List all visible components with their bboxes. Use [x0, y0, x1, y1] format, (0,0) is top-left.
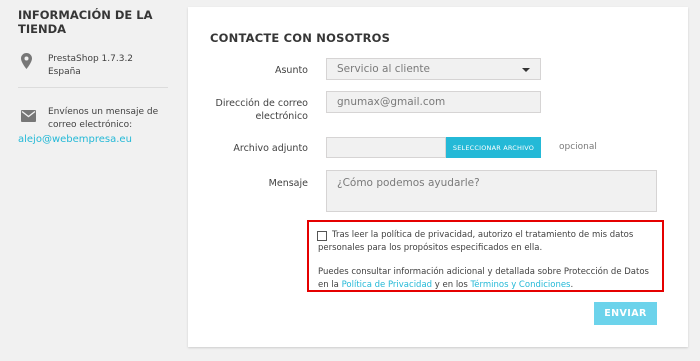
consent-text: Tras leer la política de privacidad, aut…: [318, 230, 634, 253]
optional-hint: opcional: [559, 142, 597, 152]
privacy-consent-box: Tras leer la política de privacidad, aut…: [307, 220, 664, 292]
file-name-field[interactable]: [326, 137, 446, 158]
email-label: Dirección de correo electrónico: [188, 97, 308, 123]
address-line-2: España: [48, 66, 81, 77]
email-field-value: gnumax@gmail.com: [337, 96, 446, 108]
message-placeholder: ¿Cómo podemos ayudarle?: [337, 177, 480, 189]
privacy-policy-link[interactable]: Política de Privacidad: [342, 280, 432, 290]
store-info-panel: Información de la tienda PrestaShop 1.7.…: [18, 8, 173, 145]
message-label: Mensaje: [268, 178, 308, 189]
subject-label: Asunto: [274, 65, 308, 76]
terms-conditions-link[interactable]: Términos y Condiciones: [471, 280, 571, 290]
email-prompt: Envíenos un mensaje de correo electrónic…: [48, 106, 158, 131]
email-label-line-2: electrónico: [255, 111, 308, 122]
period-text: .: [570, 280, 574, 290]
store-info-title: Información de la tienda: [18, 8, 153, 36]
location-pin-icon: [21, 53, 32, 73]
and-text: y en los: [434, 280, 468, 290]
email-prompt-line-2: correo electrónico:: [48, 119, 133, 130]
email-label-line-1: Dirección de correo: [215, 98, 308, 109]
subject-select[interactable]: Servicio al cliente: [326, 58, 541, 80]
divider: [18, 87, 168, 88]
contact-form-card: CONTACTE CON NOSOTROS Asunto Servicio al…: [188, 7, 688, 347]
select-file-button[interactable]: SELECCIONAR ARCHIVO: [446, 137, 541, 158]
subject-select-value: Servicio al cliente: [337, 63, 431, 75]
send-button[interactable]: ENVIAR: [594, 302, 657, 325]
privacy-consent-text: Tras leer la política de privacidad, aut…: [318, 229, 656, 254]
email-prompt-line-1: Envíenos un mensaje de: [48, 107, 159, 117]
store-address-text: PrestaShop 1.7.3.2 España: [48, 53, 133, 78]
message-textarea[interactable]: ¿Cómo podemos ayudarle?: [326, 170, 657, 212]
attachment-label: Archivo adjunto: [233, 143, 308, 154]
store-email-link[interactable]: alejo@webempresa.eu: [18, 134, 132, 145]
envelope-icon: [21, 107, 36, 126]
store-address: PrestaShop 1.7.3.2 España: [18, 53, 173, 83]
address-line-1: PrestaShop 1.7.3.2: [48, 54, 134, 64]
chevron-down-icon: [522, 68, 530, 72]
email-field[interactable]: gnumax@gmail.com: [326, 91, 541, 113]
form-title: CONTACTE CON NOSOTROS: [210, 31, 391, 45]
privacy-more-info: Puedes consultar información adicional y…: [318, 266, 656, 292]
